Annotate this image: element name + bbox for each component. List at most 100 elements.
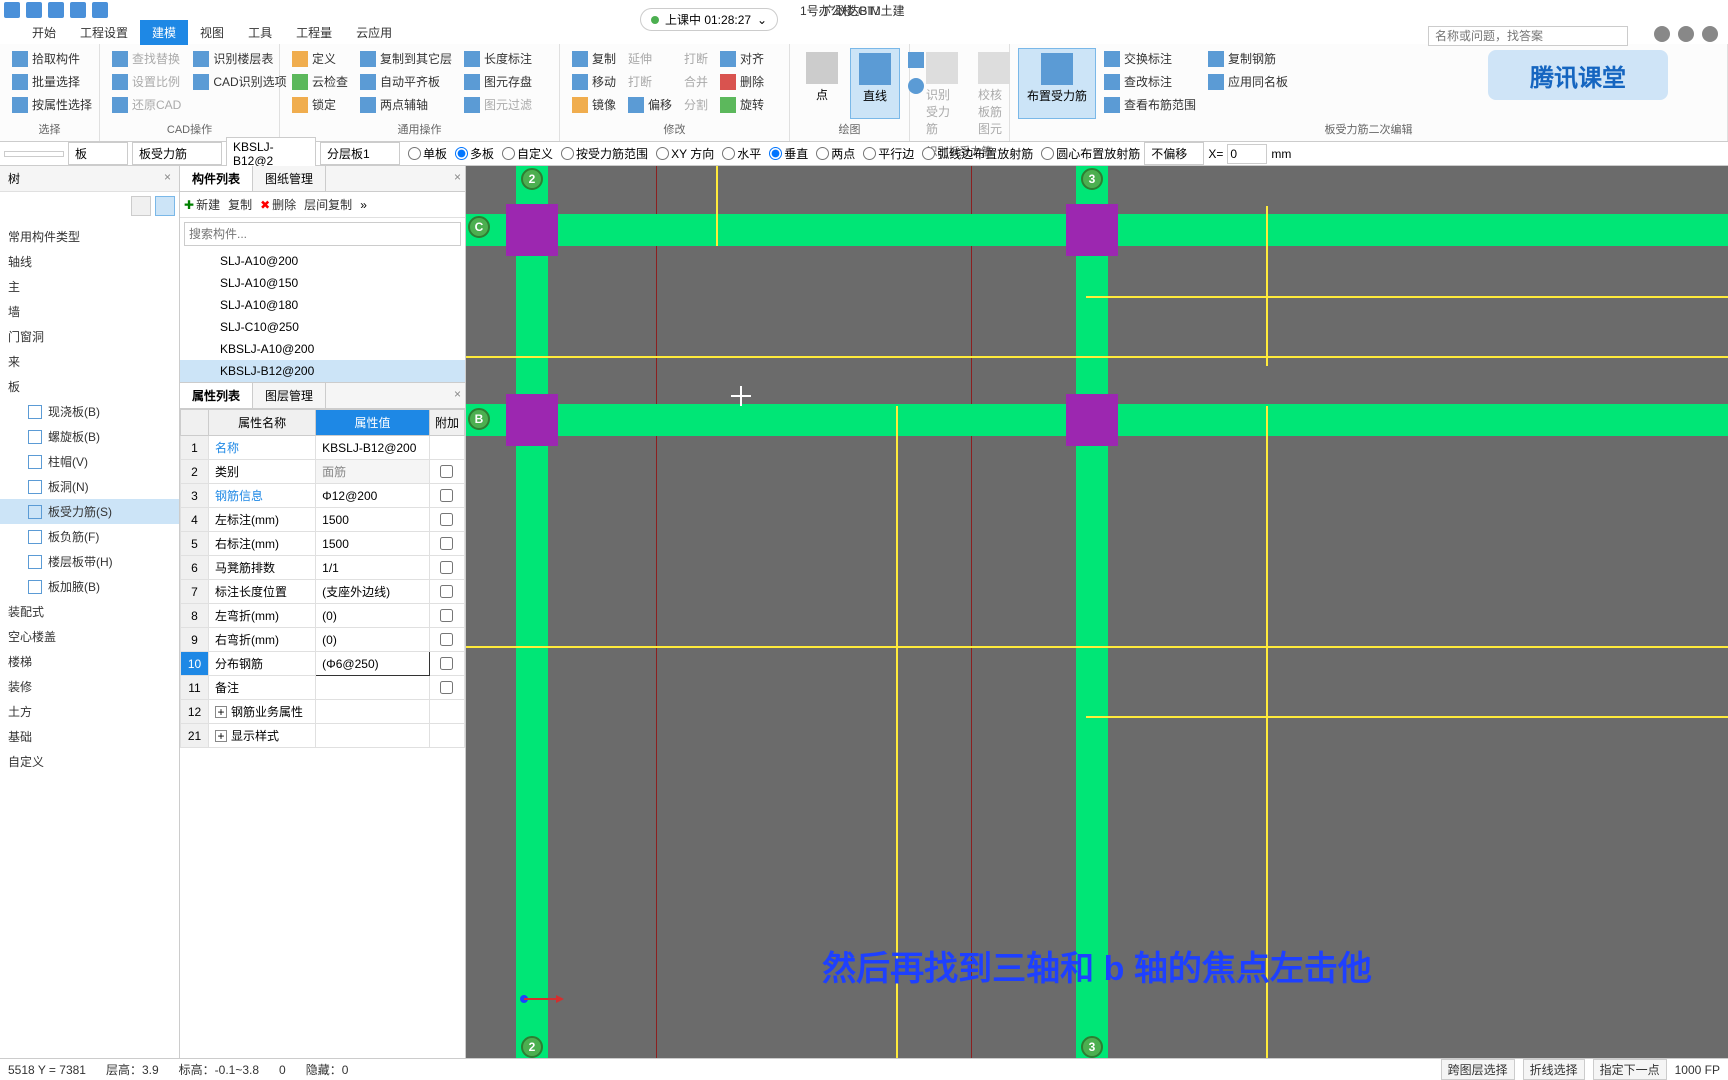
menu-tools[interactable]: 工具 [236,20,284,45]
drawing-canvas[interactable]: 2 3 C B 2 3 然后再找到三轴和 b 轴的焦点左击他 [466,166,1728,1060]
lock-button[interactable]: 锁定 [288,94,352,115]
save-element-button[interactable]: 图元存盘 [460,71,536,92]
qat-undo-icon[interactable] [70,2,86,18]
ctx-dropdown-1[interactable] [4,151,64,157]
edit-annotation-button[interactable]: 查改标注 [1100,71,1200,92]
cad-group-label[interactable]: CAD操作 [108,119,271,137]
prop-value-cell[interactable]: 1/1 [316,556,430,580]
move-button[interactable]: 移动 [568,71,620,92]
prop-extra-check[interactable] [440,633,453,646]
tree-view-grid-button[interactable] [155,196,175,216]
nav-cat-stair[interactable]: 楼梯 [0,649,179,674]
comp-item-0[interactable]: SLJ-A10@200 [180,250,465,272]
point-tool-button[interactable]: 点 [798,48,846,119]
nav-cat-board[interactable]: 板 [0,374,179,399]
length-dim-button[interactable]: 长度标注 [460,48,536,69]
line-tool-button[interactable]: 直线 [850,48,900,119]
status-cross-layer-button[interactable]: 跨图层选择 [1441,1059,1515,1080]
prop-value-cell[interactable]: (0) [316,604,430,628]
prop-name-cell[interactable]: 钢筋信息 [209,484,316,508]
component-search-input[interactable] [184,222,461,246]
two-point-axis-button[interactable]: 两点辅轴 [356,94,456,115]
prop-name-cell[interactable]: 左弯折(mm) [209,604,316,628]
nav-cat-main[interactable]: 主 [0,274,179,299]
radio-single-board[interactable]: 单板 [408,145,447,162]
prop-value-cell[interactable]: (Φ6@250) [316,652,430,676]
more-icon[interactable]: » [360,198,367,212]
menu-quantity[interactable]: 工程量 [284,20,344,45]
batch-select-button[interactable]: 批量选择 [8,71,96,92]
nav-cat-common[interactable]: 常用构件类型 [0,224,179,249]
prop-value-cell[interactable]: (支座外边线) [316,580,430,604]
tab-drawing-mgmt[interactable]: 图纸管理 [253,166,326,191]
tab-layer-mgmt[interactable]: 图层管理 [253,383,326,408]
prop-extra-check[interactable] [440,561,453,574]
radio-xy[interactable]: XY 方向 [656,145,714,162]
copy-to-floor-button[interactable]: 复制到其它层 [356,48,456,69]
radio-by-range[interactable]: 按受力筋范围 [561,145,648,162]
prop-value-cell[interactable]: 1500 [316,532,430,556]
global-search-input[interactable] [1428,26,1628,46]
apply-same-board-button[interactable]: 应用同名板 [1204,71,1292,92]
nav-cat-beam[interactable]: 来 [0,349,179,374]
prop-extra-check[interactable] [440,465,453,478]
prop-name-cell[interactable]: 分布钢筋 [209,652,316,676]
prop-value-cell[interactable] [316,700,430,724]
radio-two-point[interactable]: 两点 [816,145,855,162]
mirror-button[interactable]: 镜像 [568,94,620,115]
new-component-button[interactable]: ✚新建 [184,196,220,213]
notification-icon[interactable] [1678,26,1694,42]
select-group-label[interactable]: 选择 [8,119,91,137]
comp-item-3[interactable]: SLJ-C10@250 [180,316,465,338]
comp-item-1[interactable]: SLJ-A10@150 [180,272,465,294]
prop-value-cell[interactable]: KBSLJ-B12@200 [316,436,430,460]
nav-floor-strip[interactable]: 楼层板带(H) [0,549,179,574]
nav-board-haunch[interactable]: 板加腋(B) [0,574,179,599]
copy-button[interactable]: 复制 [568,48,620,69]
prop-extra-check[interactable] [440,537,453,550]
user-icon[interactable] [1702,26,1718,42]
component-panel-close-icon[interactable]: × [454,170,461,184]
chevron-down-icon[interactable]: ⌄ [757,13,767,27]
prop-value-cell[interactable]: (0) [316,628,430,652]
prop-value-cell[interactable] [316,724,430,748]
identify-floor-button[interactable]: 识别楼层表 [189,48,290,69]
radio-center-radial[interactable]: 圆心布置放射筋 [1041,145,1140,162]
align-button[interactable]: 对齐 [716,48,768,69]
qat-new-icon[interactable] [4,2,20,18]
prop-value-cell[interactable] [316,676,430,700]
ctx-dropdown-layer[interactable]: 分层板1 [320,142,400,165]
ctx-dropdown-rebar[interactable]: 板受力筋 [132,142,222,165]
nav-cat-assembly[interactable]: 装配式 [0,599,179,624]
nav-cat-door[interactable]: 门窗洞 [0,324,179,349]
prop-extra-check[interactable] [440,489,453,502]
prop-name-cell[interactable]: 名称 [209,436,316,460]
menu-project-settings[interactable]: 工程设置 [68,20,140,45]
nav-cat-axis[interactable]: 轴线 [0,249,179,274]
modify-group-label[interactable]: 修改 [568,119,781,137]
draw-group-label[interactable]: 绘图 [798,119,901,137]
define-button[interactable]: 定义 [288,48,352,69]
radio-vertical[interactable]: 垂直 [769,145,808,162]
offset-button[interactable]: 偏移 [624,94,676,115]
prop-name-cell[interactable]: 备注 [209,676,316,700]
qat-save-icon[interactable] [48,2,64,18]
view-range-button[interactable]: 查看布筋范围 [1100,94,1200,115]
copy-rebar-button[interactable]: 复制钢筋 [1204,48,1292,69]
comp-item-2[interactable]: SLJ-A10@180 [180,294,465,316]
copy-component-button[interactable]: 复制 [228,196,252,213]
prop-value-cell[interactable]: 1500 [316,508,430,532]
radio-horizontal[interactable]: 水平 [722,145,761,162]
delete-button[interactable]: 删除 [716,71,768,92]
prop-name-cell[interactable]: 马凳筋排数 [209,556,316,580]
status-next-point-button[interactable]: 指定下一点 [1593,1059,1667,1080]
nav-tree-close-icon[interactable]: × [164,170,171,187]
common-ops-label[interactable]: 通用操作 [288,119,551,137]
nav-cat-wall[interactable]: 墙 [0,299,179,324]
properties-close-icon[interactable]: × [454,387,461,401]
comp-item-4[interactable]: KBSLJ-A10@200 [180,338,465,360]
menu-view[interactable]: 视图 [188,20,236,45]
prop-value-cell[interactable]: Φ12@200 [316,484,430,508]
prop-name-cell[interactable]: 左标注(mm) [209,508,316,532]
nav-board-hole[interactable]: 板洞(N) [0,474,179,499]
